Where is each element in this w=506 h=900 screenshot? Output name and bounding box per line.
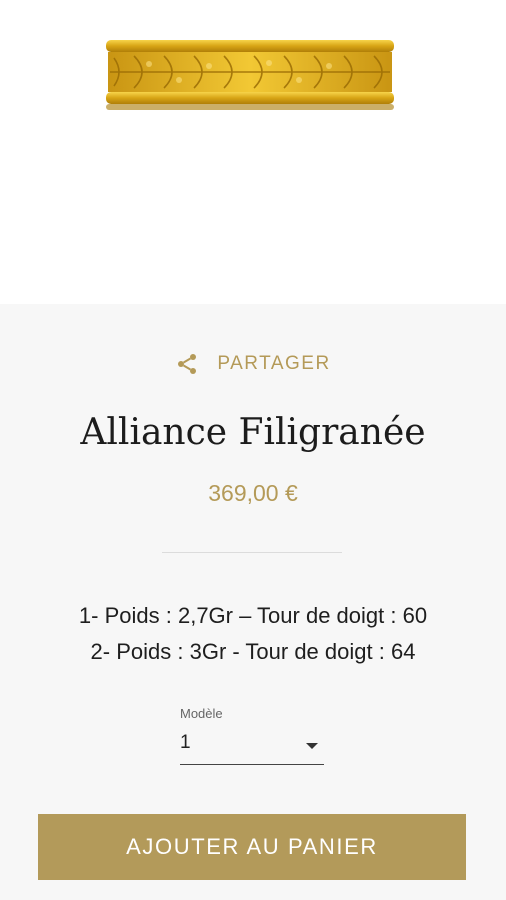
share-label: PARTAGER <box>217 353 331 374</box>
product-image <box>106 40 394 110</box>
model-select-underline <box>180 764 324 765</box>
chevron-down-icon <box>306 743 318 749</box>
share-button[interactable]: PARTAGER <box>0 346 506 382</box>
product-price: 369,00 € <box>208 480 298 506</box>
add-to-cart-button[interactable]: AJOUTER AU PANIER <box>38 814 466 880</box>
description-line: 1- Poids : 2,7Gr – Tour de doigt : 60 <box>78 603 428 628</box>
model-select-value: 1 <box>180 732 191 753</box>
product-title: Alliance Filigranée <box>80 412 426 453</box>
model-select[interactable]: Modèle 1 <box>180 706 324 766</box>
product-description: 1- Poids : 2,7Gr – Tour de doigt : 60 2-… <box>0 598 506 670</box>
product-image-area <box>0 0 506 304</box>
divider <box>162 552 342 553</box>
share-icon <box>178 354 197 374</box>
description-line: 2- Poids : 3Gr - Tour de doigt : 64 <box>90 639 416 664</box>
model-select-label: Modèle <box>180 706 223 721</box>
